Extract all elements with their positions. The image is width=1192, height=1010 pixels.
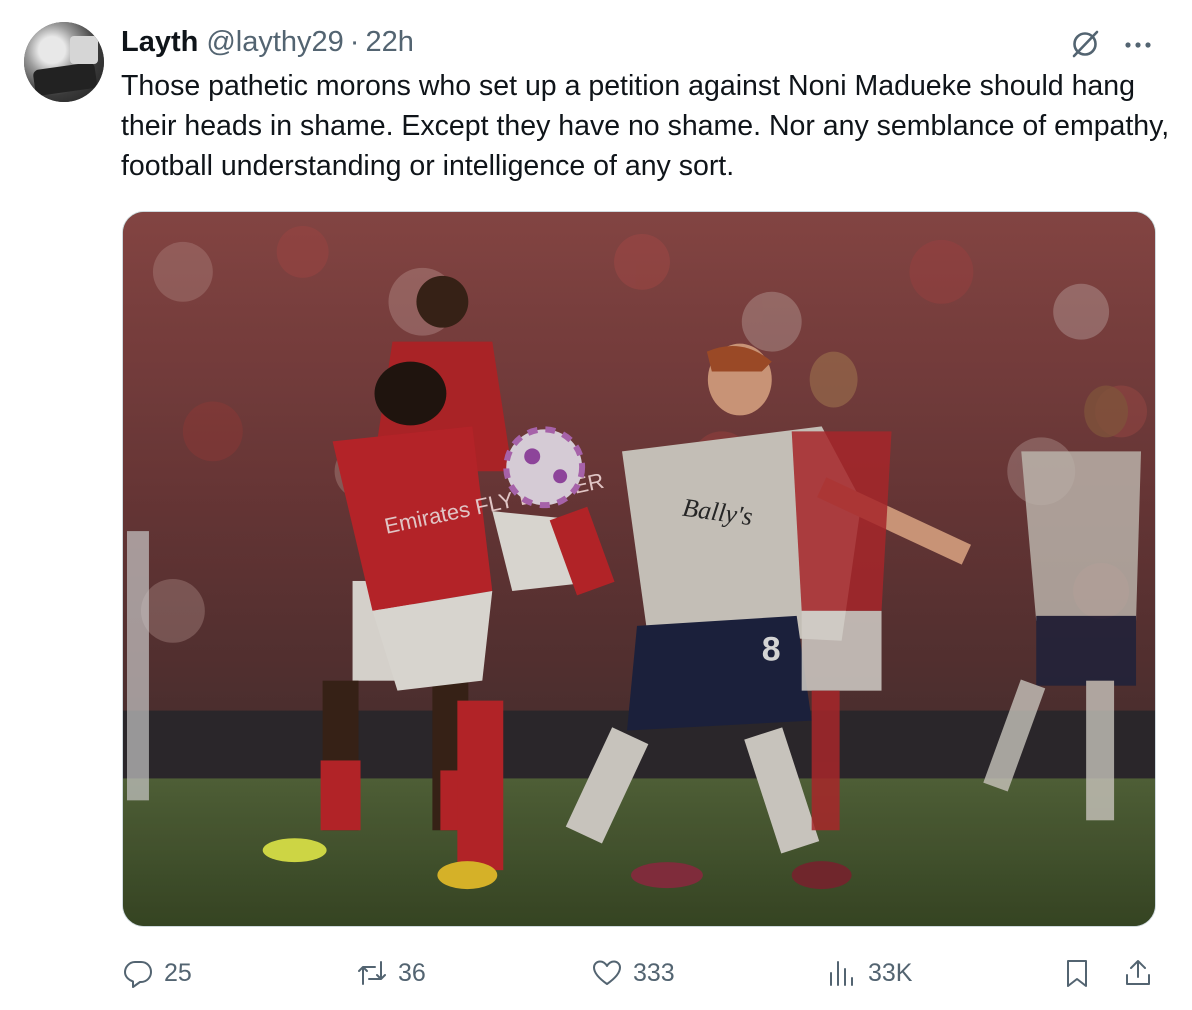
- timestamp[interactable]: 22h: [365, 26, 413, 59]
- football-photo: Emirates FLY BETTER Bally's 8: [123, 212, 1155, 926]
- repost-count: 36: [398, 958, 426, 987]
- action-bar: 25 36 333 33K: [0, 950, 1192, 996]
- author-name[interactable]: Layth: [121, 26, 198, 59]
- avatar[interactable]: [24, 22, 104, 102]
- grok-icon[interactable]: [1068, 27, 1102, 61]
- tweet-header: Layth @laythy29 · 22h: [121, 24, 414, 60]
- like-count: 333: [633, 958, 675, 987]
- repost-button[interactable]: 36: [356, 950, 426, 996]
- views-button[interactable]: 33K: [826, 950, 912, 996]
- author-handle[interactable]: @laythy29: [206, 26, 343, 59]
- like-button[interactable]: 333: [591, 950, 675, 996]
- heart-icon: [593, 960, 621, 985]
- reply-count: 25: [164, 958, 192, 987]
- more-icon[interactable]: [1121, 30, 1155, 60]
- bookmark-icon: [1067, 960, 1087, 987]
- separator-dot: ·: [349, 25, 360, 58]
- views-count: 33K: [868, 958, 913, 987]
- bookmark-button[interactable]: [1061, 950, 1093, 996]
- share-icon: [1126, 960, 1150, 985]
- reply-button[interactable]: 25: [122, 950, 192, 996]
- views-icon: [830, 961, 853, 986]
- tweet-media[interactable]: Emirates FLY BETTER Bally's 8: [122, 211, 1156, 927]
- repost-icon: [358, 961, 386, 985]
- tweet-text: Those pathetic morons who set up a petit…: [121, 70, 1170, 182]
- reply-icon: [124, 961, 152, 988]
- share-button[interactable]: [1122, 950, 1154, 996]
